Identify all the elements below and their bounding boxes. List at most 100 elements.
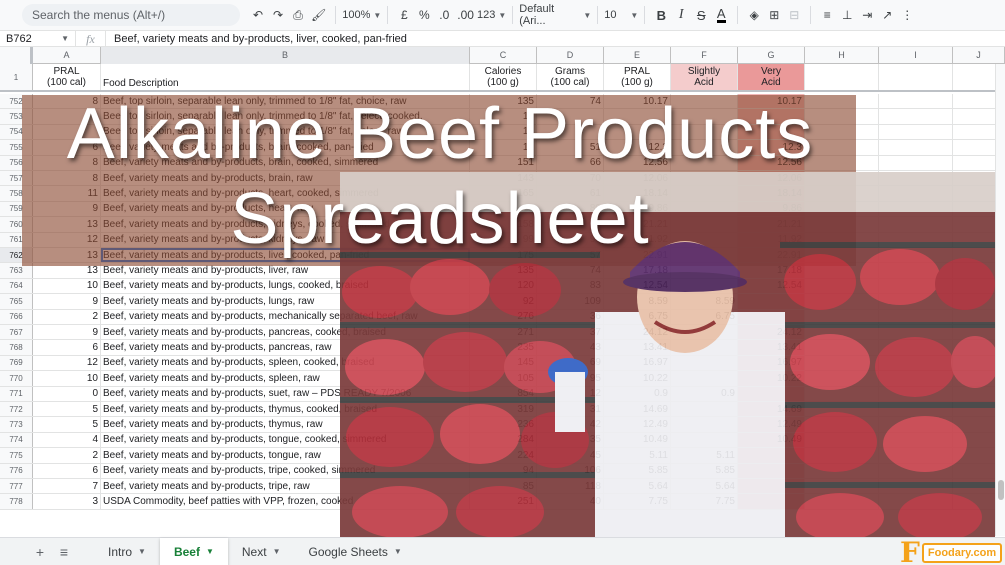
add-sheet-button[interactable]: + bbox=[28, 544, 52, 560]
column-header[interactable]: I bbox=[879, 47, 953, 64]
font-select[interactable]: Default (Ari... ▼ bbox=[519, 3, 591, 27]
print-icon[interactable]: ⎙ bbox=[288, 4, 308, 26]
header-pral-100g[interactable]: PRAL (100 g) bbox=[604, 64, 671, 90]
row-number[interactable]: 774 bbox=[0, 432, 33, 448]
scrollbar-thumb[interactable] bbox=[998, 480, 1004, 500]
text-rotation-icon[interactable]: ↗ bbox=[877, 4, 897, 26]
currency-format-button[interactable]: £ bbox=[394, 4, 414, 26]
empty-cell[interactable] bbox=[879, 64, 953, 90]
cell-pral-100cal[interactable]: 12 bbox=[33, 355, 101, 371]
header-grams[interactable]: Grams (100 cal) bbox=[537, 64, 604, 90]
sheet-tab[interactable]: Beef ▼ bbox=[159, 537, 228, 565]
chevron-down-icon[interactable]: ▼ bbox=[273, 547, 281, 556]
header-slightly-acid[interactable]: Slightly Acid bbox=[671, 64, 738, 90]
sheet-tab[interactable]: Google Sheets ▼ bbox=[294, 538, 415, 565]
cell-pral-100cal[interactable]: 7 bbox=[33, 479, 101, 494]
italic-button[interactable]: I bbox=[671, 4, 691, 26]
row-number[interactable]: 764 bbox=[0, 278, 33, 294]
cell-pral-100cal[interactable]: 10 bbox=[33, 371, 101, 386]
vertical-align-icon[interactable]: ⊥ bbox=[837, 4, 857, 26]
empty-cell[interactable] bbox=[805, 64, 879, 90]
strikethrough-button[interactable]: S bbox=[691, 4, 711, 26]
column-header[interactable]: B bbox=[101, 47, 470, 64]
cell-pral-100cal[interactable]: 2 bbox=[33, 309, 101, 324]
column-header[interactable]: J bbox=[953, 47, 1005, 64]
select-all-corner[interactable] bbox=[0, 47, 33, 64]
text-color-button[interactable]: A bbox=[711, 4, 731, 26]
zoom-select[interactable]: 100% ▼ bbox=[342, 9, 381, 21]
menu-search-input[interactable]: Search the menus (Alt+/) bbox=[22, 4, 240, 26]
header-line: Grams bbox=[555, 66, 585, 77]
chevron-down-icon[interactable]: ▼ bbox=[138, 547, 146, 556]
header-very-acid[interactable]: Very Acid bbox=[738, 64, 805, 90]
all-sheets-button[interactable]: ≡ bbox=[52, 544, 76, 560]
percent-format-button[interactable]: % bbox=[414, 4, 434, 26]
cell-pral-100cal[interactable]: 9 bbox=[33, 325, 101, 340]
empty-cell[interactable] bbox=[879, 94, 953, 109]
horizontal-align-icon[interactable]: ≡ bbox=[817, 4, 837, 26]
header-food-description[interactable]: Food Description bbox=[101, 64, 470, 90]
column-header[interactable]: D bbox=[537, 47, 604, 64]
name-box[interactable]: B762 ▼ bbox=[0, 31, 76, 46]
decrease-decimal-button[interactable]: .0 bbox=[434, 4, 454, 26]
column-header[interactable]: C bbox=[470, 47, 537, 64]
row-number[interactable]: 775 bbox=[0, 448, 33, 463]
header-calories[interactable]: Calories (100 g) bbox=[470, 64, 537, 90]
redo-icon[interactable]: ↷ bbox=[268, 4, 288, 26]
row-number[interactable]: 771 bbox=[0, 386, 33, 401]
fill-color-icon[interactable]: ◈ bbox=[744, 4, 764, 26]
header-line: Very bbox=[760, 66, 781, 77]
column-header[interactable]: G bbox=[738, 47, 805, 64]
row-number[interactable]: 773 bbox=[0, 417, 33, 432]
sheet-tab[interactable]: Next ▼ bbox=[228, 538, 295, 565]
row-number[interactable]: 778 bbox=[0, 494, 33, 509]
merge-cells-icon[interactable]: ⊟ bbox=[784, 4, 804, 26]
cell-pral-100cal[interactable]: 6 bbox=[33, 340, 101, 355]
cell-pral-100cal[interactable]: 2 bbox=[33, 448, 101, 463]
text-wrap-icon[interactable]: ⇥ bbox=[857, 4, 877, 26]
cell-pral-100cal[interactable]: 6 bbox=[33, 463, 101, 478]
column-header[interactable]: F bbox=[671, 47, 738, 64]
row-number[interactable]: 770 bbox=[0, 371, 33, 386]
chevron-down-icon[interactable]: ▼ bbox=[394, 547, 402, 556]
cell-pral-100cal[interactable]: 4 bbox=[33, 432, 101, 448]
more-icon[interactable]: ⋮ bbox=[897, 4, 917, 26]
bold-button[interactable]: B bbox=[651, 4, 671, 26]
row-number[interactable]: 777 bbox=[0, 479, 33, 494]
vertical-scrollbar[interactable] bbox=[995, 64, 1005, 536]
undo-icon[interactable]: ↶ bbox=[248, 4, 268, 26]
paint-format-icon[interactable]: 🖌︎ bbox=[308, 4, 329, 26]
toolbar: Search the menus (Alt+/) ↶ ↷ ⎙ 🖌︎ 100% ▼ … bbox=[0, 0, 1005, 30]
borders-icon[interactable]: ⊞ bbox=[764, 4, 784, 26]
empty-cell[interactable] bbox=[879, 155, 953, 170]
column-header[interactable]: A bbox=[33, 47, 101, 64]
column-header[interactable]: E bbox=[604, 47, 671, 64]
increase-decimal-button[interactable]: .00 bbox=[454, 4, 477, 26]
row-number[interactable]: 768 bbox=[0, 340, 33, 355]
cell-pral-100cal[interactable]: 9 bbox=[33, 294, 101, 309]
cell-pral-100cal[interactable]: 0 bbox=[33, 386, 101, 401]
row-number[interactable]: 772 bbox=[0, 402, 33, 417]
header-pral-100cal[interactable]: PRAL (100 cal) bbox=[33, 64, 101, 90]
chevron-down-icon[interactable]: ▼ bbox=[206, 547, 214, 556]
row-number[interactable]: 767 bbox=[0, 325, 33, 340]
column-header[interactable]: H bbox=[805, 47, 879, 64]
toolbar-divider bbox=[810, 6, 812, 24]
empty-cell[interactable] bbox=[879, 109, 953, 124]
column-headers: A B C D E F G H I J bbox=[0, 47, 1005, 64]
sheet-tab[interactable]: Intro ▼ bbox=[94, 538, 160, 565]
cell-pral-100cal[interactable]: 5 bbox=[33, 417, 101, 432]
row-number[interactable]: 769 bbox=[0, 355, 33, 371]
cell-pral-100cal[interactable]: 5 bbox=[33, 402, 101, 417]
row-number[interactable]: 1 bbox=[0, 64, 33, 90]
cell-pral-100cal[interactable]: 3 bbox=[33, 494, 101, 509]
cell-pral-100cal[interactable]: 10 bbox=[33, 278, 101, 294]
font-size-select[interactable]: 10 ▼ bbox=[604, 9, 638, 21]
row-number[interactable]: 776 bbox=[0, 463, 33, 478]
row-number[interactable]: 765 bbox=[0, 294, 33, 309]
empty-cell[interactable] bbox=[879, 124, 953, 140]
formula-input[interactable]: Beef, variety meats and by-products, liv… bbox=[106, 33, 407, 45]
empty-cell[interactable] bbox=[879, 140, 953, 155]
more-formats-select[interactable]: 123 ▼ bbox=[477, 9, 506, 21]
row-number[interactable]: 766 bbox=[0, 309, 33, 324]
